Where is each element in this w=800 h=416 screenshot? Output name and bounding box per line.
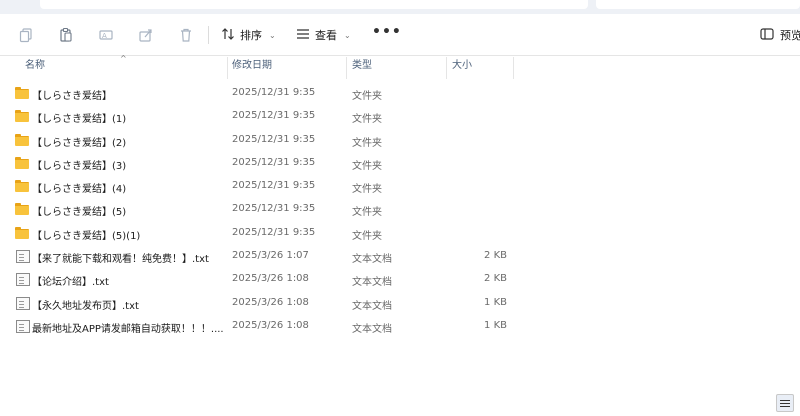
file-modified: 2025/12/31 9:35 [232, 203, 316, 215]
column-header-type[interactable]: 类型 [352, 57, 442, 79]
file-modified: 2025/12/31 9:35 [232, 87, 316, 98]
share-icon[interactable] [135, 24, 157, 46]
file-name: 【しらさき爱结】(5) [32, 207, 127, 219]
file-modified: 2025/12/31 9:35 [232, 180, 316, 192]
folder-icon [15, 203, 29, 216]
file-size: 1 KB [484, 296, 507, 308]
text-file-icon [16, 296, 30, 310]
file-modified: 2025/3/26 1:08 [232, 273, 309, 285]
file-type: 文本文档 [352, 323, 392, 335]
file-modified: 2025/3/26 1:08 [232, 319, 309, 331]
file-modified: 2025/12/31 9:35 [232, 226, 316, 238]
file-type: 文件夹 [352, 91, 382, 102]
title-bar-strip [0, 0, 800, 14]
sort-label: 排序 [240, 29, 262, 42]
paste-icon[interactable] [55, 24, 77, 46]
text-file-icon [16, 273, 30, 287]
rename-icon[interactable]: A [95, 24, 117, 46]
file-type: 文本文档 [352, 300, 392, 312]
file-name: 【しらさき爱结】(4) [32, 184, 127, 196]
sort-button[interactable]: 排序 ⌄ [221, 23, 276, 47]
preview-pane-button[interactable]: 预览 [760, 23, 800, 47]
file-modified: 2025/12/31 9:35 [232, 156, 316, 168]
folder-icon [15, 226, 29, 240]
folder-icon [15, 156, 29, 170]
file-size: 1 KB [484, 319, 507, 331]
chevron-down-icon: ⌄ [344, 30, 351, 40]
sort-icon [221, 27, 235, 44]
file-name: 最新地址及APP请发邮箱自动获取！！！.... [32, 323, 224, 335]
column-header-name[interactable]: 名称 [25, 57, 225, 79]
file-type: 文本文档 [352, 277, 392, 289]
folder-icon [15, 87, 29, 100]
file-row[interactable]: 【来了就能下载和观看！纯免费！】.txt 2025/3/26 1:07 文本文档… [0, 245, 800, 268]
file-type: 文件夹 [352, 160, 382, 172]
copy-icon[interactable] [15, 24, 37, 46]
address-bar[interactable] [40, 0, 588, 9]
file-row[interactable]: 【しらさき爱结】 2025/12/31 9:35 文件夹 [0, 82, 800, 105]
folder-icon [15, 110, 29, 123]
toolbar-separator [208, 26, 209, 44]
column-divider[interactable] [227, 57, 228, 79]
chevron-down-icon: ⌄ [269, 30, 276, 40]
file-modified: 2025/3/26 1:07 [232, 250, 309, 262]
file-modified: 2025/12/31 9:35 [232, 133, 316, 145]
file-type: 文本文档 [352, 254, 392, 266]
file-row[interactable]: 【しらさき爱结】(2) 2025/12/31 9:35 文件夹 [0, 129, 800, 152]
file-type: 文件夹 [352, 137, 382, 149]
view-label: 查看 [315, 29, 337, 42]
text-file-icon [16, 250, 30, 264]
file-row[interactable]: 【しらさき爱结】(5)(1) 2025/12/31 9:35 文件夹 [0, 222, 800, 245]
column-header-modified[interactable]: 修改日期 [232, 57, 342, 79]
view-button[interactable]: 查看 ⌄ [296, 23, 351, 47]
file-name: 【しらさき爱结】(3) [32, 160, 127, 172]
details-view-button[interactable] [776, 394, 794, 412]
file-type: 文件夹 [352, 230, 382, 242]
svg-text:A: A [102, 32, 107, 40]
file-row[interactable]: 最新地址及APP请发邮箱自动获取！！！.... 2025/3/26 1:08 文… [0, 315, 800, 338]
file-name: 【永久地址发布页】.txt [32, 300, 139, 312]
file-name: 【しらさき爱结】(1) [32, 114, 127, 126]
file-name: 【しらさき爱结】(5)(1) [32, 230, 141, 242]
details-view-icon [780, 399, 790, 401]
file-type: 文件夹 [352, 207, 382, 219]
file-row[interactable]: 【しらさき爱结】(1) 2025/12/31 9:35 文件夹 [0, 105, 800, 128]
column-header-row: ^ 名称 修改日期 类型 大小 [0, 54, 800, 79]
file-name: 【来了就能下载和观看！纯免费！】.txt [32, 254, 209, 266]
file-list: 【しらさき爱结】 2025/12/31 9:35 文件夹 【しらさき爱结】(1)… [0, 82, 800, 338]
preview-pane-icon [760, 27, 774, 43]
file-type: 文件夹 [352, 184, 382, 196]
file-name: 【论坛介绍】.txt [32, 277, 109, 289]
file-row[interactable]: 【しらさき爱结】(3) 2025/12/31 9:35 文件夹 [0, 152, 800, 175]
command-bar: A 排序 ⌄ 查看 ⌄ ••• 预览 [0, 14, 800, 56]
file-size: 2 KB [484, 273, 507, 285]
column-divider[interactable] [513, 57, 514, 79]
file-row[interactable]: 【论坛介绍】.txt 2025/3/26 1:08 文本文档 2 KB [0, 268, 800, 291]
file-modified: 2025/3/26 1:08 [232, 296, 309, 308]
search-box[interactable] [596, 0, 800, 9]
view-icon [296, 27, 310, 44]
preview-label: 预览 [780, 29, 800, 42]
text-file-icon [16, 319, 30, 333]
folder-icon [15, 133, 29, 147]
file-size: 2 KB [484, 250, 507, 262]
more-options-button[interactable]: ••• [372, 24, 402, 40]
folder-icon [15, 180, 29, 193]
file-name: 【しらさき爱结】 [32, 91, 112, 102]
column-divider[interactable] [446, 57, 447, 79]
file-row[interactable]: 【しらさき爱结】(5) 2025/12/31 9:35 文件夹 [0, 198, 800, 221]
file-type: 文件夹 [352, 114, 382, 126]
file-modified: 2025/12/31 9:35 [232, 110, 316, 122]
column-divider[interactable] [346, 57, 347, 79]
delete-icon[interactable] [175, 24, 197, 46]
file-name: 【しらさき爱结】(2) [32, 137, 127, 149]
column-header-size[interactable]: 大小 [452, 57, 508, 79]
file-row[interactable]: 【しらさき爱结】(4) 2025/12/31 9:35 文件夹 [0, 175, 800, 198]
file-row[interactable]: 【永久地址发布页】.txt 2025/3/26 1:08 文本文档 1 KB [0, 292, 800, 315]
